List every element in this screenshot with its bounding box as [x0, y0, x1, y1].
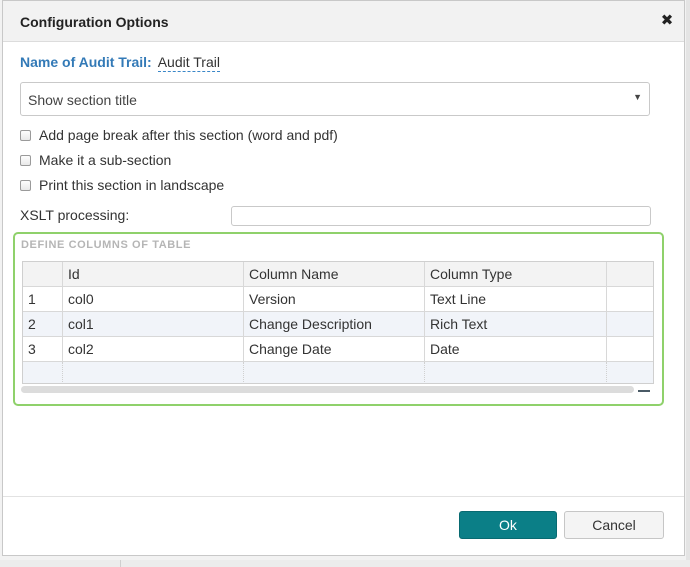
section-title-select[interactable]: Show section title ▼: [20, 82, 650, 116]
column-header-row-number[interactable]: [23, 262, 63, 286]
column-header-extra: [607, 262, 653, 286]
column-type-cell[interactable]: Text Line: [425, 287, 607, 311]
dialog-titlebar: Configuration Options ✖: [3, 1, 684, 42]
empty-cell: [23, 362, 63, 383]
dialog-footer: Ok Cancel: [3, 496, 684, 555]
background-window-bottom: [0, 560, 690, 567]
page-break-label: Add page break after this section (word …: [39, 127, 338, 143]
empty-cell[interactable]: [63, 362, 244, 383]
row-extra-cell: [607, 337, 653, 361]
audit-trail-name-row: Name of Audit Trail: Audit Trail: [20, 54, 220, 72]
landscape-checkbox[interactable]: [20, 179, 31, 191]
row-number-cell: 1: [23, 287, 63, 311]
section-title-select-value: Show section title: [28, 92, 137, 108]
define-columns-panel: DEFINE COLUMNS OF TABLE Id Column Name C…: [13, 232, 664, 406]
xslt-processing-label: XSLT processing:: [20, 207, 130, 223]
column-name-cell[interactable]: Change Description: [244, 312, 425, 336]
id-cell[interactable]: col2: [63, 337, 244, 361]
grid-header-row: Id Column Name Column Type: [23, 262, 653, 287]
chevron-down-icon: ▼: [633, 92, 642, 102]
cancel-button[interactable]: Cancel: [564, 511, 664, 539]
table-row[interactable]: 2 col1 Change Description Rich Text: [23, 312, 653, 337]
row-extra-cell: [607, 312, 653, 336]
sub-section-option[interactable]: Make it a sub-section: [20, 151, 171, 169]
empty-table-row[interactable]: [23, 362, 653, 383]
row-number-cell: 2: [23, 312, 63, 336]
column-name-cell[interactable]: Version: [244, 287, 425, 311]
configuration-dialog: Configuration Options ✖ Name of Audit Tr…: [2, 0, 685, 556]
row-extra-cell: [607, 287, 653, 311]
column-header-column-name[interactable]: Column Name: [244, 262, 425, 286]
landscape-option[interactable]: Print this section in landscape: [20, 176, 224, 194]
horizontal-scrollbar[interactable]: [21, 386, 634, 393]
audit-trail-name-label: Name of Audit Trail:: [20, 54, 152, 70]
page-break-checkbox[interactable]: [20, 129, 31, 141]
dialog-title: Configuration Options: [20, 14, 169, 30]
audit-trail-name-value[interactable]: Audit Trail: [157, 54, 220, 72]
table-row[interactable]: 1 col0 Version Text Line: [23, 287, 653, 312]
landscape-label: Print this section in landscape: [39, 177, 225, 193]
xslt-processing-input[interactable]: [231, 206, 651, 226]
background-window-edge: [686, 0, 690, 567]
background-divider: [120, 560, 121, 567]
sub-section-label: Make it a sub-section: [39, 152, 172, 168]
id-cell[interactable]: col1: [63, 312, 244, 336]
table-row[interactable]: 3 col2 Change Date Date: [23, 337, 653, 362]
sub-section-checkbox[interactable]: [20, 154, 31, 166]
column-header-column-type[interactable]: Column Type: [425, 262, 607, 286]
empty-cell[interactable]: [244, 362, 425, 383]
column-type-cell[interactable]: Date: [425, 337, 607, 361]
ok-button[interactable]: Ok: [459, 511, 557, 539]
page-break-option[interactable]: Add page break after this section (word …: [20, 126, 338, 144]
empty-cell[interactable]: [425, 362, 607, 383]
columns-grid: Id Column Name Column Type 1 col0 Versio…: [22, 261, 654, 384]
define-columns-heading: DEFINE COLUMNS OF TABLE: [21, 239, 192, 251]
row-number-cell: 3: [23, 337, 63, 361]
id-cell[interactable]: col0: [63, 287, 244, 311]
column-type-cell[interactable]: Rich Text: [425, 312, 607, 336]
close-icon[interactable]: ✖: [660, 13, 674, 28]
column-name-cell[interactable]: Change Date: [244, 337, 425, 361]
column-header-id[interactable]: Id: [63, 262, 244, 286]
scroll-end-marker: [638, 390, 650, 392]
empty-cell: [607, 362, 653, 383]
